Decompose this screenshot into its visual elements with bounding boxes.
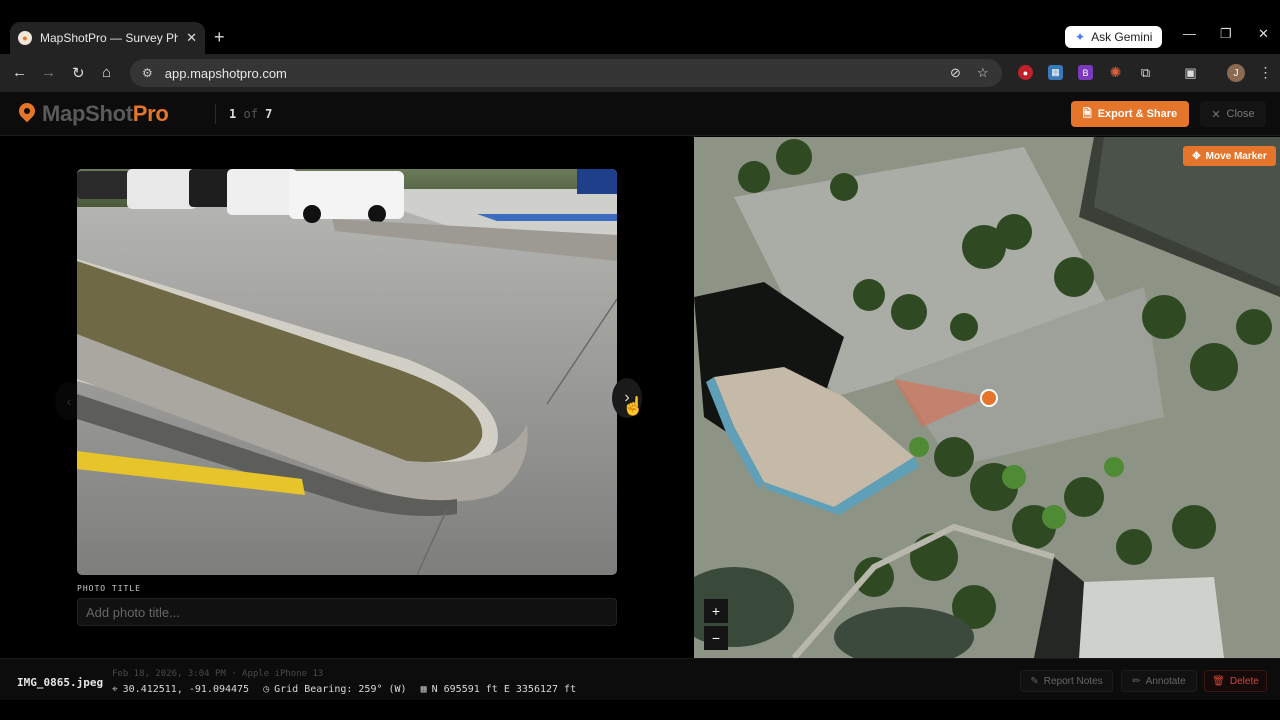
export-share-button[interactable]: 🗎 Export & Share xyxy=(1071,101,1189,127)
grid-coordinates: ▦ N 695591 ft E 3356127 ft xyxy=(421,684,577,695)
logo-text-part2: Pro xyxy=(132,101,169,126)
mapshotpro-logo: MapShotPro xyxy=(18,101,169,127)
photo-location-row: ⌖ 30.412511, -91.094475 ◷ Grid Bearing: … xyxy=(112,684,576,695)
logo-text-part1: MapShot xyxy=(42,101,133,126)
photo-counter: 1 of 7 xyxy=(229,107,272,121)
browser-tab-strip: ● MapShotPro — Survey Photo M ✕ + ✦ Ask … xyxy=(0,0,1280,54)
delete-button[interactable]: 🗑 Delete xyxy=(1204,670,1267,692)
tab-search-icon[interactable]: ▣ xyxy=(1183,65,1198,80)
trash-icon: 🗑 xyxy=(1212,675,1225,687)
move-marker-button[interactable]: ✥ Move Marker xyxy=(1183,146,1276,166)
photo-filename: IMG_0865.jpeg xyxy=(17,676,104,689)
extension-star-icon[interactable]: ✺ xyxy=(1108,64,1123,80)
pencil-icon: ✏ xyxy=(1132,675,1141,687)
report-notes-label: Report Notes xyxy=(1043,675,1103,687)
annotate-label: Annotate xyxy=(1145,675,1186,687)
close-button[interactable]: ✕ Close xyxy=(1200,101,1266,127)
minimize-icon[interactable]: — xyxy=(1183,26,1196,41)
delete-label: Delete xyxy=(1229,675,1259,687)
ask-gemini-button[interactable]: ✦ Ask Gemini xyxy=(1065,26,1163,48)
grid-text: N 695591 ft E 3356127 ft xyxy=(431,684,577,695)
tab-title: MapShotPro — Survey Photo M xyxy=(40,31,179,45)
close-label: Close xyxy=(1226,108,1255,120)
extension-red-icon[interactable]: ● xyxy=(1018,65,1033,80)
close-icon: ✕ xyxy=(1211,108,1221,121)
photo-title-label: PHOTO TITLE xyxy=(77,584,141,593)
reload-icon[interactable]: ↻ xyxy=(72,64,85,82)
photo-info-footer: IMG_0865.jpeg Feb 18, 2026, 3:04 PM · Ap… xyxy=(0,658,1280,700)
hand-cursor-icon: ☝ xyxy=(622,396,645,416)
browser-menu-icon[interactable]: ⋮ xyxy=(1258,64,1273,80)
restore-icon[interactable]: ❐ xyxy=(1220,26,1232,42)
zoom-out-button[interactable]: − xyxy=(704,626,728,650)
survey-photo xyxy=(77,169,617,575)
url-text: app.mapshotpro.com xyxy=(164,65,287,81)
app-header: MapShotPro 1 of 7 🗎 Export & Share ✕ Clo… xyxy=(0,92,1280,136)
map-pin-logo-icon xyxy=(18,103,36,125)
satellite-map[interactable]: ✥ Move Marker + − xyxy=(694,137,1280,658)
new-tab-icon[interactable]: + xyxy=(214,27,225,48)
grid-icon: ▦ xyxy=(420,684,427,695)
move-marker-label: Move Marker xyxy=(1205,150,1267,162)
move-arrows-icon: ✥ xyxy=(1192,150,1201,162)
document-icon: 🗎 xyxy=(1082,107,1092,120)
counter-current: 1 xyxy=(229,107,237,121)
photo-pane: ‹ › ☝ PHOTO TITLE Add photo title... xyxy=(0,137,694,658)
bearing-text: Grid Bearing: 259° (W) xyxy=(274,684,407,695)
photo-title-input[interactable] xyxy=(77,598,617,626)
browser-toolbar: ← → ↻ ⌂ ⚙ app.mapshotpro.com ⊘ ☆ ● ▦ B ✺… xyxy=(0,54,1280,92)
bookmark-star-icon[interactable]: ☆ xyxy=(977,65,989,81)
coordinates-text: 30.412511, -91.094475 xyxy=(122,684,250,695)
eye-off-icon[interactable]: ⊘ xyxy=(950,65,961,81)
counter-of: of xyxy=(243,107,258,121)
extension-blue-icon[interactable]: ▦ xyxy=(1048,65,1063,80)
bearing: ◷ Grid Bearing: 259° (W) xyxy=(263,684,406,695)
profile-avatar[interactable]: J xyxy=(1227,64,1245,82)
compass-icon: ◷ xyxy=(263,684,270,695)
gemini-spark-icon: ✦ xyxy=(1075,30,1086,44)
extensions-puzzle-icon[interactable]: ⧉ xyxy=(1138,65,1153,80)
back-icon[interactable]: ← xyxy=(12,64,27,81)
home-icon[interactable]: ⌂ xyxy=(102,64,111,81)
counter-total: 7 xyxy=(265,107,273,121)
forward-icon[interactable]: → xyxy=(41,64,56,81)
photo-capture-meta: Feb 18, 2026, 3:04 PM · Apple iPhone 13 xyxy=(112,669,324,679)
favicon-icon: ● xyxy=(18,31,32,45)
zoom-in-button[interactable]: + xyxy=(704,599,728,623)
extension-b-icon[interactable]: B xyxy=(1078,65,1093,80)
location-pin-icon: ⌖ xyxy=(112,684,118,695)
ask-gemini-label: Ask Gemini xyxy=(1091,30,1153,44)
header-divider xyxy=(215,104,216,124)
coordinates: ⌖ 30.412511, -91.094475 xyxy=(112,684,249,695)
edit-note-icon: ✎ xyxy=(1030,675,1039,687)
annotate-button[interactable]: ✏ Annotate xyxy=(1121,670,1197,692)
bottom-strip xyxy=(0,700,1280,720)
address-bar[interactable]: ⚙ app.mapshotpro.com xyxy=(130,59,1002,87)
export-share-label: Export & Share xyxy=(1097,108,1178,120)
site-info-icon[interactable]: ⚙ xyxy=(142,66,153,80)
browser-tab[interactable]: ● MapShotPro — Survey Photo M ✕ xyxy=(10,22,205,54)
tab-close-icon[interactable]: ✕ xyxy=(186,30,197,46)
window-close-icon[interactable]: ✕ xyxy=(1258,26,1269,42)
report-notes-button[interactable]: ✎ Report Notes xyxy=(1020,670,1113,692)
